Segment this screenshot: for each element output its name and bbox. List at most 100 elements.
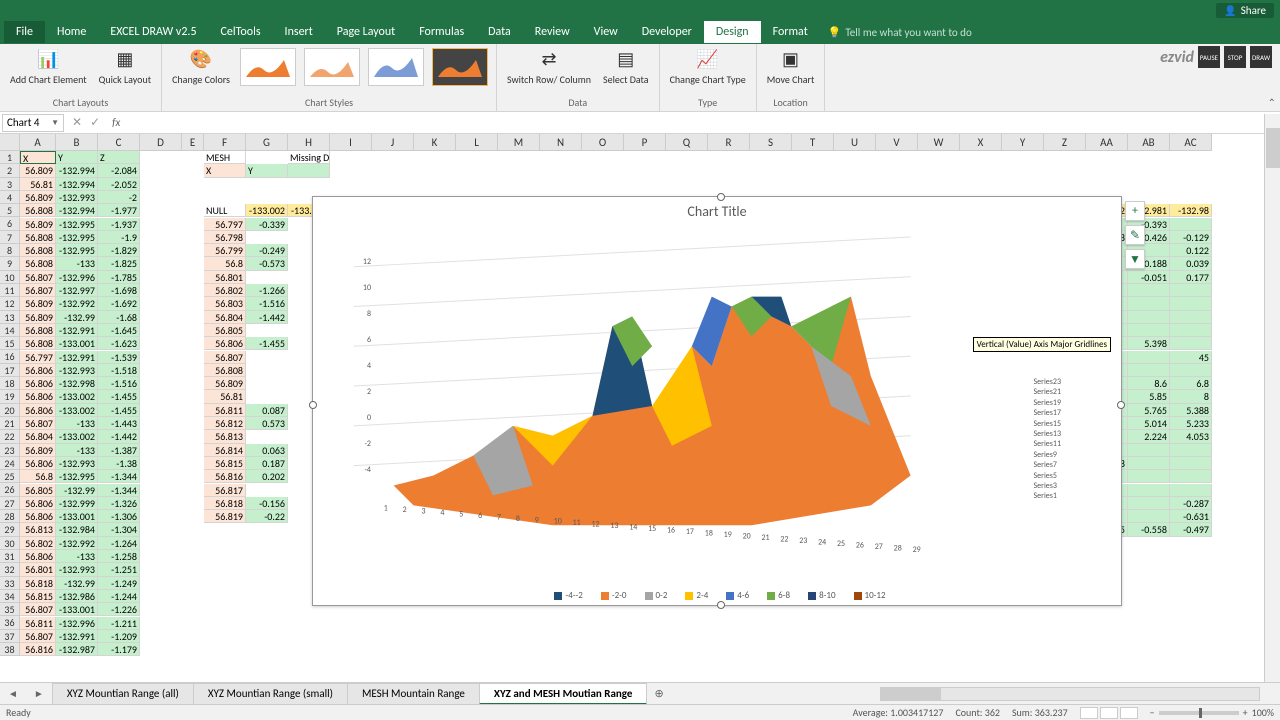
column-header[interactable]: A [20, 134, 56, 151]
cell[interactable]: -1.258 [98, 550, 140, 563]
cell[interactable]: -1.211 [98, 617, 140, 630]
cell[interactable]: 56.813 [20, 523, 56, 536]
cell[interactable]: -133 [56, 550, 98, 563]
cell[interactable]: 0.063 [246, 444, 288, 457]
cell[interactable]: -132.98 [1170, 204, 1212, 217]
cell[interactable]: -132.99 [56, 484, 98, 497]
chart-title[interactable]: Chart Title [313, 197, 1121, 226]
cell[interactable]: 56.811 [204, 404, 246, 417]
switch-row-column-button[interactable]: ⇄Switch Row/ Column [503, 46, 595, 87]
row-header[interactable]: 33 [0, 577, 20, 590]
column-header[interactable]: V [876, 134, 918, 151]
spreadsheet-grid[interactable]: ABCDEFGHIJKLMNOPQRSTUVWXYZAAABAC 1234567… [0, 134, 1280, 674]
row-header[interactable]: 26 [0, 483, 20, 496]
chart-plot-area[interactable]: 1234567891011121314151617181920212223242… [353, 227, 991, 565]
cell[interactable]: -1.387 [98, 444, 140, 457]
cell[interactable]: 56.797 [204, 218, 246, 231]
cell[interactable]: 5.233 [1170, 417, 1212, 430]
cell[interactable]: -132.998 [56, 377, 98, 390]
cell[interactable]: -1.825 [98, 257, 140, 270]
cell[interactable]: 5.398 [1128, 337, 1170, 350]
column-header[interactable]: Q [666, 134, 708, 151]
cell[interactable]: -0.339 [246, 218, 288, 231]
chart-legend[interactable]: -4--2-2-00-22-44-66-88-1010-12 [313, 590, 1121, 601]
sheet-tab[interactable]: XYZ Mountian Range (small) [193, 683, 348, 705]
cell[interactable]: -1.829 [98, 244, 140, 257]
cell[interactable]: -1.442 [246, 311, 288, 324]
cell[interactable]: -1.937 [98, 218, 140, 231]
cell[interactable]: -1.442 [98, 430, 140, 443]
row-header[interactable]: 21 [0, 417, 20, 430]
cell[interactable]: 56.816 [204, 470, 246, 483]
change-chart-type-button[interactable]: 📈Change Chart Type [666, 46, 750, 87]
cell[interactable]: -1.455 [98, 404, 140, 417]
cell[interactable]: 56.808 [204, 364, 246, 377]
cell[interactable]: -1.518 [98, 364, 140, 377]
cell[interactable]: 0.039 [1170, 257, 1212, 270]
cell[interactable]: Z [98, 151, 140, 164]
cell[interactable]: -133 [56, 444, 98, 457]
cell[interactable]: 56.807 [204, 351, 246, 364]
row-header[interactable]: 2 [0, 164, 20, 177]
column-header[interactable]: D [140, 134, 182, 151]
cell[interactable] [1128, 497, 1170, 510]
tab-file[interactable]: File [4, 21, 45, 43]
cell[interactable]: 5.765 [1128, 404, 1170, 417]
enter-formula-icon[interactable]: ✓ [90, 115, 100, 130]
column-header[interactable]: B [56, 134, 98, 151]
column-header[interactable]: X [960, 134, 1002, 151]
cell[interactable]: 56.808 [20, 324, 56, 337]
row-header[interactable]: 3 [0, 178, 20, 191]
cell[interactable]: -132.999 [56, 497, 98, 510]
cell[interactable]: -132.99 [56, 311, 98, 324]
cell[interactable]: -132.992 [56, 537, 98, 550]
row-header[interactable]: 6 [0, 217, 20, 230]
cell[interactable]: -132.995 [56, 231, 98, 244]
cell[interactable]: 8 [1170, 390, 1212, 403]
tab-pagelayout[interactable]: Page Layout [325, 21, 407, 43]
cell[interactable]: 56.814 [204, 444, 246, 457]
cell[interactable]: -132.986 [56, 590, 98, 603]
row-header[interactable]: 35 [0, 603, 20, 616]
cell[interactable]: 56.808 [20, 204, 56, 217]
cell[interactable]: -0.249 [246, 244, 288, 257]
cell[interactable]: 56.809 [20, 164, 56, 177]
cell[interactable] [1170, 218, 1212, 231]
column-header[interactable]: U [834, 134, 876, 151]
row-header[interactable]: 18 [0, 377, 20, 390]
column-header[interactable]: H [288, 134, 330, 151]
cell[interactable]: 56.81 [20, 178, 56, 191]
cell[interactable]: -1.226 [98, 603, 140, 616]
cell[interactable]: -0.129 [1170, 231, 1212, 244]
cell[interactable]: -133.001 [56, 510, 98, 523]
tab-celtools[interactable]: CelTools [209, 21, 273, 43]
cell[interactable]: -1.68 [98, 311, 140, 324]
cell[interactable]: -132.994 [56, 178, 98, 191]
cell[interactable]: 0.187 [246, 457, 288, 470]
add-chart-element-button[interactable]: 📊Add Chart Element [6, 46, 91, 87]
move-chart-button[interactable]: ▣Move Chart [763, 46, 819, 87]
tab-formulas[interactable]: Formulas [407, 21, 476, 43]
name-box[interactable]: Chart 4▼ [2, 114, 64, 132]
collapse-ribbon-icon[interactable]: ⌃ [1268, 96, 1276, 109]
cell[interactable]: 8.6 [1128, 377, 1170, 390]
cancel-formula-icon[interactable]: ✕ [72, 115, 82, 130]
row-header[interactable]: 38 [0, 643, 20, 656]
cell[interactable]: 56.809 [20, 218, 56, 231]
select-data-button[interactable]: ▤Select Data [599, 46, 653, 87]
chart-styles-button[interactable]: ✎ [1125, 225, 1145, 245]
cell[interactable]: 56.805 [20, 484, 56, 497]
add-sheet-button[interactable]: ⊕ [646, 687, 671, 700]
column-header[interactable]: Y [1002, 134, 1044, 151]
cell[interactable]: 56.806 [20, 404, 56, 417]
cell[interactable] [1128, 457, 1170, 470]
cell[interactable] [1128, 297, 1170, 310]
cell[interactable]: -0.497 [1170, 523, 1212, 536]
row-header[interactable]: 19 [0, 390, 20, 403]
cell[interactable]: 56.808 [20, 257, 56, 270]
cell[interactable]: 56.806 [20, 550, 56, 563]
cell[interactable] [1128, 311, 1170, 324]
column-header[interactable]: L [456, 134, 498, 151]
cell[interactable] [1128, 444, 1170, 457]
cell[interactable]: 5.014 [1128, 417, 1170, 430]
